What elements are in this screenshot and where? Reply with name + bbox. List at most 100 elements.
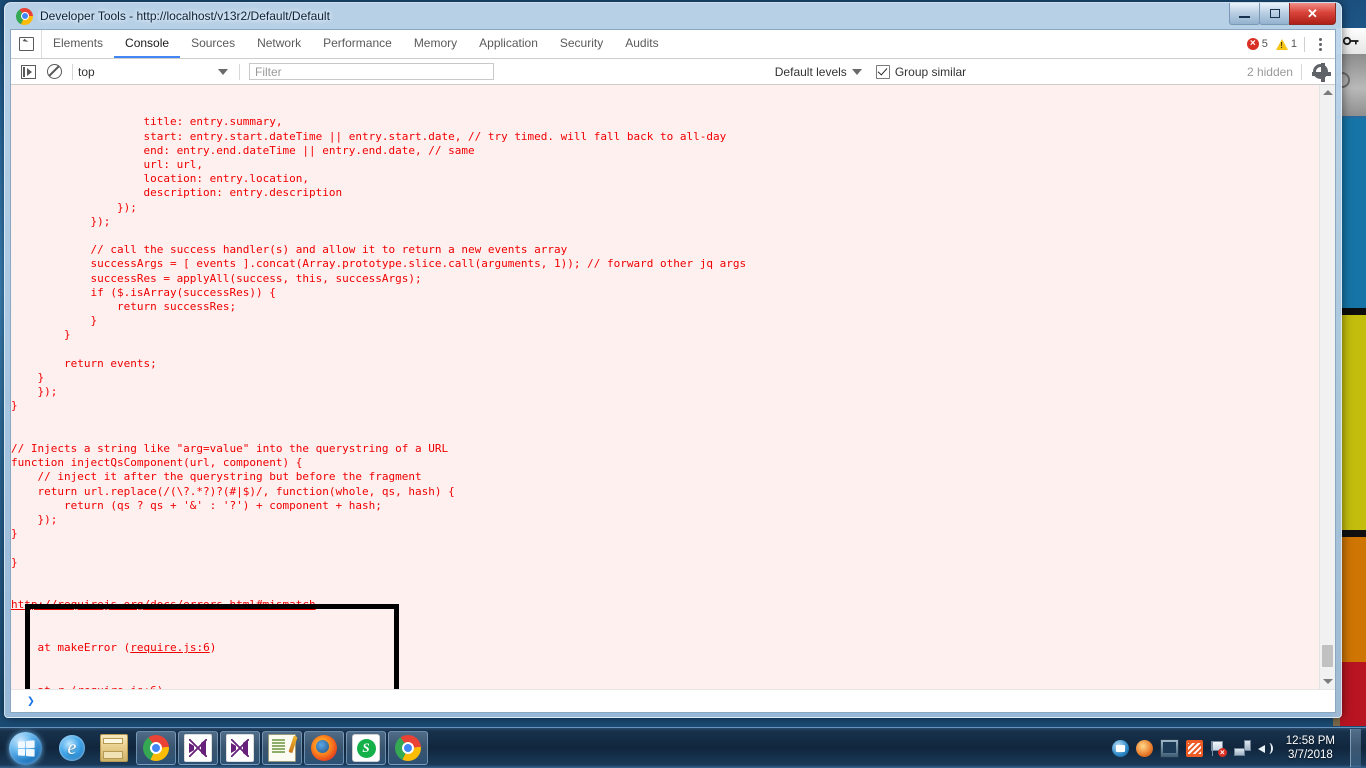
tab-performance[interactable]: Performance [312,30,403,58]
taskbar-item-chrome-devtools[interactable] [388,731,428,765]
error-count-value: 5 [1261,38,1268,50]
windows-logo-icon [8,731,42,765]
stack-frame[interactable]: at makeError (require.js:6) [11,641,1320,655]
error-count-chip[interactable]: × 5 [1246,38,1268,50]
console-scroll-viewport: title: entry.summary, start: entry.start… [11,85,1320,689]
taskbar-item-visual-studio-2[interactable] [220,731,260,765]
scroll-down-arrow-icon[interactable] [1320,674,1335,689]
devtools-tabstrip: Elements Console Sources Network Perform… [11,30,1335,59]
hidden-messages-count: 2 hidden [1246,64,1293,79]
prompt-caret-icon: ❯ [27,693,35,709]
tabstrip-right-controls: × 5 1 [1246,30,1335,58]
chevron-down-icon [218,68,228,75]
filter-input[interactable] [249,63,494,80]
execution-context-icon[interactable] [15,64,41,79]
console-error-message[interactable]: title: entry.summary, start: entry.start… [11,85,1320,689]
teamviewer-icon[interactable] [1111,739,1129,757]
taskbar-item-skype[interactable] [346,731,386,765]
inspect-element-button[interactable] [11,30,42,58]
console-message-list[interactable]: title: entry.summary, start: entry.start… [11,85,1335,689]
wallpaper-strip-red [1340,662,1366,726]
internet-explorer-icon [59,735,85,761]
stack-frame[interactable]: at r (require.js:6) [11,684,1320,689]
clock-date: 3/7/2018 [1288,749,1333,761]
checkbox-indicator [875,64,890,79]
divider [239,63,240,80]
taskbar-item-chrome[interactable] [136,731,176,765]
context-selector[interactable]: top [78,65,234,79]
chevron-down-icon [851,68,862,75]
visual-studio-icon [226,734,254,762]
window-title: Developer Tools - http://localhost/v13r2… [40,9,330,23]
tab-network[interactable]: Network [246,30,312,58]
firefox-icon [311,735,337,761]
show-desktop-button[interactable] [1350,729,1361,767]
windows-taskbar: 12:58 PM 3/7/2018 [0,727,1366,768]
wallpaper-strip-orange [1340,537,1366,662]
tab-memory[interactable]: Memory [403,30,468,58]
ccleaner-icon[interactable] [1135,739,1153,757]
chrome-icon [395,735,421,761]
minimize-button[interactable] [1229,3,1260,25]
tab-security[interactable]: Security [549,30,614,58]
window-titlebar[interactable]: Developer Tools - http://localhost/v13r2… [10,3,1336,29]
stack-frame-link[interactable]: require.js:6 [130,641,209,654]
console-scrollbar[interactable] [1319,85,1335,689]
chrome-logo-icon [16,7,33,25]
wallpaper-strip-black-2 [1340,530,1366,537]
maximize-button[interactable] [1259,3,1290,25]
warning-count-chip[interactable]: 1 [1275,38,1297,50]
visual-studio-icon [184,734,212,762]
volume-icon[interactable] [1257,740,1275,757]
notepad-plus-plus-icon [268,734,296,762]
orange-app-icon[interactable] [1185,739,1203,757]
error-doc-link[interactable]: http://requirejs.org/docs/errors.html#mi… [11,598,1320,612]
console-toolbar: top Default levels Group similar 2 hidde… [11,59,1335,85]
stack-frame-link[interactable]: require.js:6 [77,684,156,689]
display-icon[interactable] [1159,738,1179,758]
taskbar-item-firefox[interactable] [304,731,344,765]
group-similar-checkbox[interactable]: Group similar [875,64,967,79]
action-center-flag-icon[interactable] [1210,740,1227,757]
warning-count-value: 1 [1290,38,1297,50]
desktop-background: Developer Tools - http://localhost/v13r2… [0,0,1366,768]
error-source-code: title: entry.summary, start: entry.start… [11,115,747,569]
scrollbar-thumb[interactable] [1322,645,1333,667]
file-explorer-icon [100,734,128,762]
log-levels-selector[interactable]: Default levels [775,65,864,79]
divider [72,63,73,80]
tab-sources[interactable]: Sources [180,30,246,58]
tab-console[interactable]: Console [114,30,181,58]
kebab-menu-icon[interactable] [1312,37,1329,51]
clock[interactable]: 12:58 PM 3/7/2018 [1282,734,1343,762]
skype-icon [352,734,380,762]
window-controls: ✕ [1229,3,1336,25]
wallpaper-strip-yellow [1340,315,1366,530]
scroll-up-arrow-icon[interactable] [1320,85,1335,100]
network-icon[interactable] [1233,739,1251,757]
taskbar-item-visual-studio-1[interactable] [178,731,218,765]
taskbar-item-file-explorer[interactable] [94,731,134,765]
wallpaper-strip-blue [1340,118,1366,308]
taskbar-item-internet-explorer[interactable] [52,731,92,765]
console-prompt-row[interactable]: ❯ [11,689,1335,712]
system-tray: 12:58 PM 3/7/2018 [1111,729,1366,767]
clear-console-icon[interactable] [41,64,67,79]
inspect-cursor-icon [18,37,34,51]
tab-elements[interactable]: Elements [42,30,114,58]
devtools-window: Developer Tools - http://localhost/v13r2… [4,2,1342,718]
settings-gear-icon[interactable] [1307,63,1335,82]
start-button[interactable] [2,729,48,767]
log-levels-label: Default levels [774,64,847,79]
error-badge-icon: × [1246,38,1259,50]
close-button[interactable]: ✕ [1289,3,1336,25]
chrome-icon [143,735,169,761]
taskbar-item-notepad-plus-plus[interactable] [262,731,302,765]
tab-audits[interactable]: Audits [614,30,669,58]
group-similar-label: Group similar [894,64,967,79]
taskbar-items [52,731,428,765]
divider [1300,63,1302,80]
tab-application[interactable]: Application [468,30,549,58]
wallpaper-strip-black-1 [1340,308,1366,315]
devtools-client-area: Elements Console Sources Network Perform… [10,29,1336,713]
